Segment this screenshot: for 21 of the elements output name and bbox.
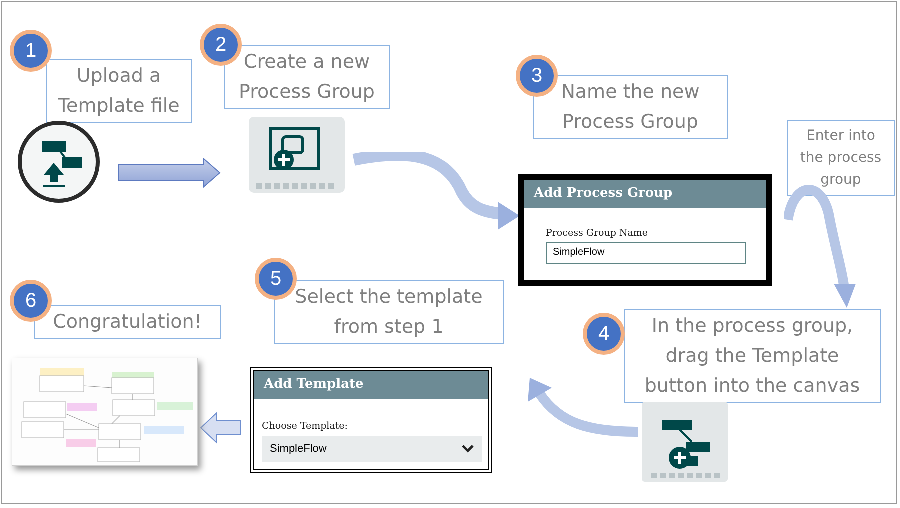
template-dropdown[interactable]: SimpleFlow <box>262 436 482 462</box>
template-tile-icon <box>642 402 728 482</box>
step-caption: Upload a Template file <box>46 59 192 123</box>
step-caption: Create a new Process Group <box>224 45 390 109</box>
step-caption: In the process group, drag the Template button into the canvas <box>624 309 881 403</box>
step-number-badge: 4 <box>583 313 625 355</box>
chevron-down-icon <box>462 445 474 453</box>
process-group-tile-icon <box>249 117 345 193</box>
field-label: Process Group Name <box>546 228 650 239</box>
step-number-badge: 6 <box>10 280 52 322</box>
left-arrow-icon <box>200 412 242 444</box>
step-caption: Enter into the process group <box>787 120 895 196</box>
step-caption: Congratulation! <box>34 305 221 339</box>
field-label: Choose Template: <box>262 421 349 432</box>
right-arrow-icon <box>118 158 222 188</box>
dialog-title: Add Process Group <box>524 180 766 208</box>
upload-template-icon <box>16 119 102 205</box>
step-number-badge: 2 <box>200 24 242 66</box>
name-input-field[interactable]: SimpleFlow <box>546 242 746 264</box>
step-number-badge: 1 <box>10 30 52 72</box>
dialog-title: Add Template <box>254 371 488 399</box>
